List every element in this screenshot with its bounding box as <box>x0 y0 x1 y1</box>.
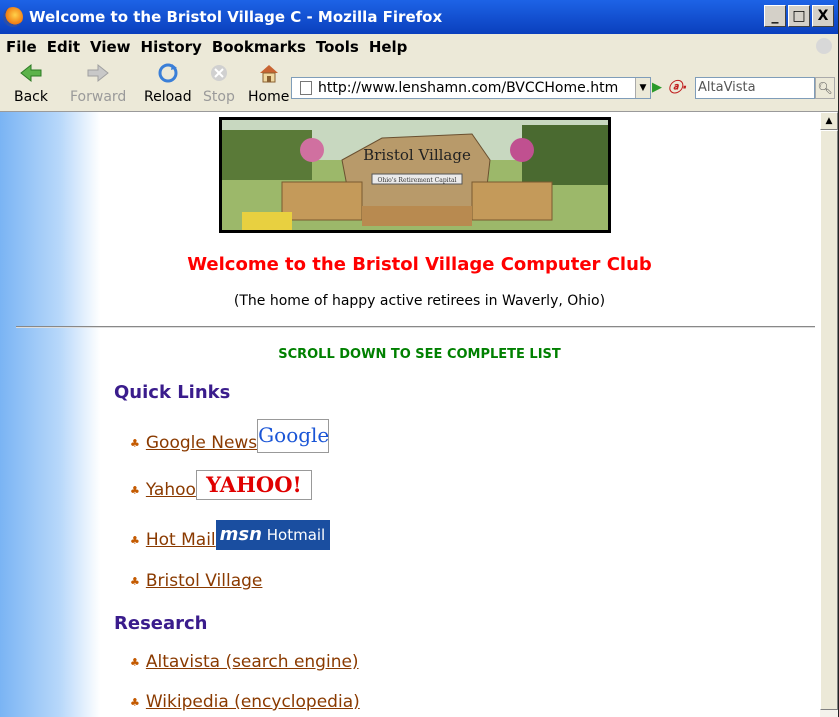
url-text: http://www.lenshamn.com/BVCCHome.htm <box>318 80 619 96</box>
link-text[interactable]: Wikipedia (encyclopedia) <box>146 692 360 712</box>
menu-edit[interactable]: Edit <box>47 38 80 56</box>
reload-button[interactable]: Reload <box>144 62 192 105</box>
banner-sign-text: Bristol Village <box>363 146 471 164</box>
subtitle-text: (The home of happy active retirees in Wa… <box>233 293 606 309</box>
throbber-icon <box>816 38 832 54</box>
vertical-scrollbar[interactable]: ▲ <box>820 112 838 717</box>
link-hotmail[interactable]: ♣ Hot Mail msn Hotmail <box>130 520 330 550</box>
page-icon <box>300 81 312 95</box>
maximize-button[interactable]: □ <box>788 5 810 27</box>
menu-help[interactable]: Help <box>369 38 408 56</box>
bullet-icon: ♣ <box>130 437 140 450</box>
window-title: Welcome to the Bristol Village C - Mozil… <box>29 8 443 26</box>
scroll-note: SCROLL DOWN TO SEE COMPLETE LIST <box>278 347 561 362</box>
bullet-icon: ♣ <box>130 575 140 588</box>
section-heading-quick-links: Quick Links <box>114 382 231 403</box>
link-text[interactable]: Bristol Village <box>146 571 263 591</box>
page-content: Bristol Village Ohio's Retirement Capita… <box>0 112 820 717</box>
link-wikipedia[interactable]: ♣ Wikipedia (encyclopedia) <box>130 692 360 712</box>
search-icon[interactable]: 🔍︎ <box>815 77 835 99</box>
link-text[interactable]: Google News <box>146 433 257 453</box>
section-heading-research: Research <box>114 613 208 634</box>
link-altavista[interactable]: ♣ Altavista (search engine) <box>130 652 359 672</box>
search-input[interactable]: AltaVista <box>695 77 815 99</box>
yahoo-logo[interactable]: YAHOO! <box>195 470 312 500</box>
bristol-village-sign-image: Bristol Village Ohio's Retirement Capita… <box>222 120 608 230</box>
link-google-news[interactable]: ♣ Google News Google <box>130 419 329 453</box>
home-button[interactable]: Home <box>248 62 289 105</box>
url-bar[interactable]: http://www.lenshamn.com/BVCCHome.htm ▼ <box>291 77 651 99</box>
google-news-logo[interactable]: Google <box>257 419 329 453</box>
home-label: Home <box>248 89 290 105</box>
forward-label: Forward <box>70 89 127 105</box>
divider <box>16 326 815 328</box>
google-logo-text: Google <box>258 423 330 447</box>
home-icon <box>259 65 278 83</box>
menu-bookmarks[interactable]: Bookmarks <box>212 38 306 56</box>
window-controls: _ □ X <box>764 5 834 27</box>
banner-plaque-text: Ohio's Retirement Capital <box>377 177 456 184</box>
menu-tools[interactable]: Tools <box>316 38 359 56</box>
back-label: Back <box>14 89 48 105</box>
welcome-heading: Welcome to the Bristol Village Computer … <box>187 254 652 275</box>
bullet-icon: ♣ <box>130 656 140 669</box>
link-text[interactable]: Hot Mail <box>146 530 216 550</box>
bullet-icon: ♣ <box>130 696 140 709</box>
stop-button[interactable]: Stop <box>203 62 235 105</box>
menu-view[interactable]: View <box>90 38 131 56</box>
link-text[interactable]: Altavista (search engine) <box>146 652 359 672</box>
search-engine-icon[interactable]: ⓐ· <box>668 77 698 99</box>
firefox-logo-icon <box>3 7 23 27</box>
back-arrow-icon <box>20 63 42 83</box>
scrollbar-thumb[interactable] <box>820 130 838 710</box>
browser-window: Welcome to the Bristol Village C - Mozil… <box>0 0 839 717</box>
stop-icon <box>210 65 227 81</box>
link-yahoo[interactable]: ♣ Yahoo YAHOO! <box>130 470 312 500</box>
banner-image: Bristol Village Ohio's Retirement Capita… <box>219 117 611 233</box>
hotmail-logo[interactable]: msn Hotmail <box>215 520 330 550</box>
title-bar: Welcome to the Bristol Village C - Mozil… <box>0 0 838 34</box>
url-dropdown-icon[interactable]: ▼ <box>635 78 650 98</box>
left-gradient-strip <box>0 112 100 717</box>
bullet-icon: ♣ <box>130 534 140 547</box>
hotmail-logo-text: Hotmail <box>266 526 326 544</box>
scroll-up-button[interactable]: ▲ <box>820 112 838 130</box>
link-text[interactable]: Yahoo <box>146 480 196 500</box>
menu-bar: File Edit View History Bookmarks Tools H… <box>0 34 838 60</box>
reload-icon <box>158 63 178 83</box>
go-button[interactable]: ▶ <box>652 80 664 96</box>
navigation-toolbar: Back Forward Reload Stop Home http://www… <box>0 60 838 112</box>
reload-label: Reload <box>144 89 192 105</box>
link-bristol-village[interactable]: ♣ Bristol Village <box>130 571 262 591</box>
menu-file[interactable]: File <box>6 38 37 56</box>
close-button[interactable]: X <box>812 5 834 27</box>
msn-logo-text: msn <box>219 524 262 545</box>
forward-arrow-icon <box>87 63 109 83</box>
forward-button[interactable]: Forward <box>70 62 126 105</box>
menu-history[interactable]: History <box>141 38 202 56</box>
minimize-button[interactable]: _ <box>764 5 786 27</box>
back-button[interactable]: Back <box>14 62 48 105</box>
bullet-icon: ♣ <box>130 484 140 497</box>
stop-label: Stop <box>203 89 235 105</box>
